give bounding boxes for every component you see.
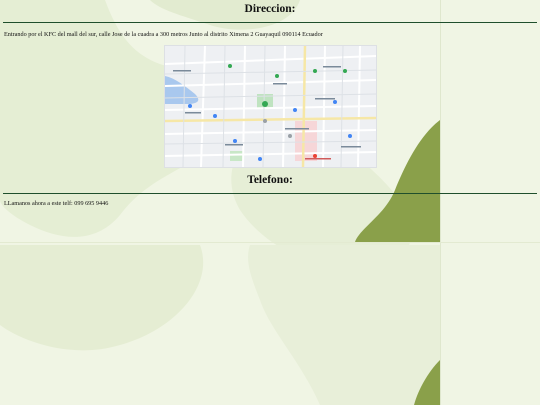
- map-graphic: [165, 46, 376, 167]
- address-text: Entrando por el KFC del mall del sur, ca…: [4, 31, 323, 38]
- phone-text: LLamanos ahora a este telf: 099 695 9446: [4, 200, 109, 207]
- location-map[interactable]: [164, 45, 377, 168]
- park-area: [230, 151, 244, 161]
- telefono-heading: Telefono:: [247, 174, 293, 186]
- direccion-heading: Direccion:: [244, 3, 296, 15]
- divider: [3, 22, 537, 23]
- divider: [3, 193, 537, 194]
